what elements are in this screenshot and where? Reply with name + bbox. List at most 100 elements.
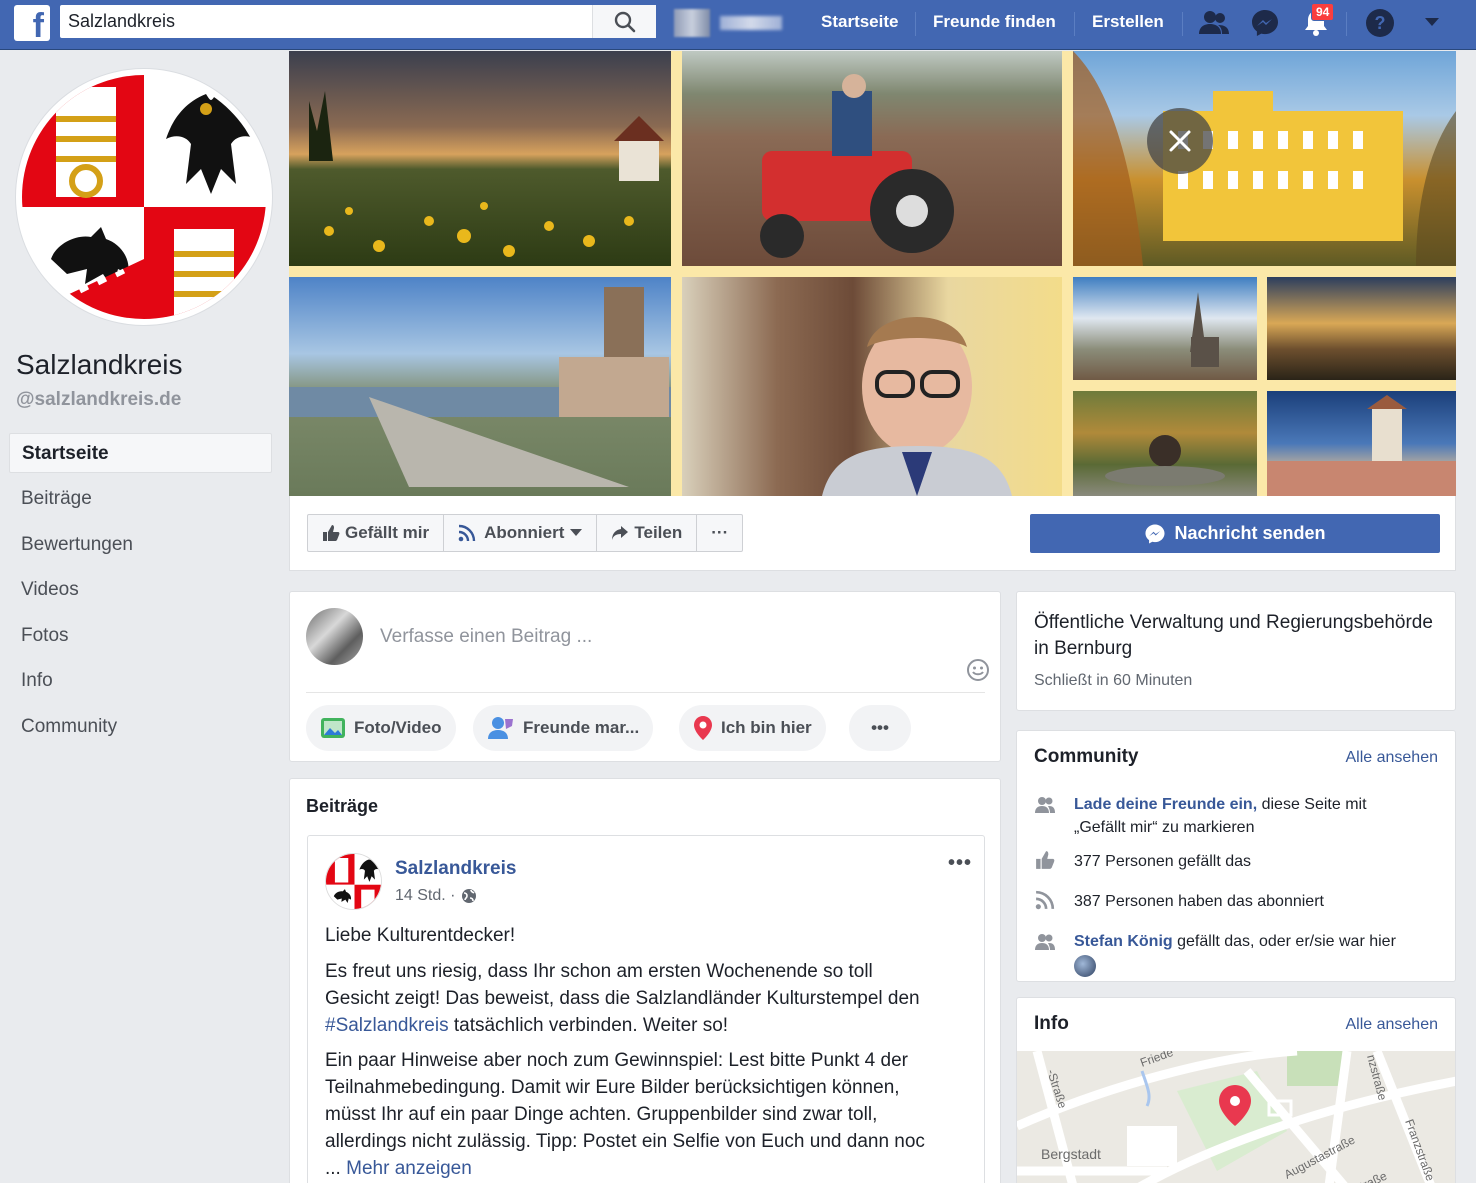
globe-icon bbox=[462, 889, 477, 903]
post-card: Salzlandkreis 14 Std. · ••• Liebe Kultur… bbox=[307, 835, 985, 1183]
cover-tile-sunset bbox=[1267, 277, 1456, 380]
post-author-avatar[interactable] bbox=[325, 853, 382, 910]
caret-down-icon bbox=[570, 529, 583, 536]
subscribe-button[interactable]: Abonniert bbox=[444, 515, 598, 551]
tag-friends-chip[interactable]: Freunde mar... bbox=[473, 705, 654, 751]
post-text-fragment: tatsächlich verbinden. Weiter so! bbox=[448, 1015, 729, 1036]
friend-avatar[interactable] bbox=[1074, 955, 1096, 977]
more-composer-chip[interactable]: ••• bbox=[849, 705, 911, 751]
see-more-link[interactable]: Mehr anzeigen bbox=[346, 1158, 472, 1179]
share-button[interactable]: Teilen bbox=[597, 515, 698, 551]
close-icon bbox=[1169, 130, 1191, 152]
left-nav-beitraege[interactable]: Beiträge bbox=[9, 479, 272, 519]
nav-create[interactable]: Erstellen bbox=[1092, 11, 1164, 33]
post-time-text: 14 Std. · bbox=[395, 887, 456, 904]
invite-text-line2: „Gefällt mir“ zu markieren bbox=[1074, 819, 1255, 836]
messenger-icon[interactable] bbox=[1250, 8, 1280, 38]
post-timestamp[interactable]: 14 Std. · bbox=[395, 887, 477, 905]
nav-home[interactable]: Startseite bbox=[821, 11, 898, 33]
cover-tile-church bbox=[1073, 277, 1257, 380]
like-button[interactable]: Gefällt mir bbox=[308, 515, 445, 551]
community-likes-row: 377 Personen gefällt das bbox=[1034, 850, 1251, 873]
post-composer: Verfasse einen Beitrag ... Foto/Video Fr… bbox=[289, 591, 1001, 762]
people-icon bbox=[1035, 797, 1055, 813]
community-see-all-link[interactable]: Alle ansehen bbox=[1345, 749, 1438, 767]
check-in-chip[interactable]: Ich bin hier bbox=[679, 705, 826, 751]
coat-of-arms-icon bbox=[326, 854, 381, 909]
photo-video-chip[interactable]: Foto/Video bbox=[306, 705, 456, 751]
post-text-line: Es freut uns riesig, dass Ihr schon am e… bbox=[325, 961, 873, 982]
cover-tile-portrait bbox=[682, 277, 1062, 496]
invite-text: diese Seite mit bbox=[1257, 796, 1367, 813]
community-card: Community Alle ansehen Lade deine Freund… bbox=[1016, 730, 1456, 982]
coat-of-arms-icon bbox=[18, 71, 270, 323]
left-nav-bewertungen[interactable]: Bewertungen bbox=[9, 525, 272, 565]
page-action-buttons: Gefällt mir Abonniert Teilen ··· bbox=[307, 514, 744, 552]
chevron-down-icon[interactable] bbox=[1424, 16, 1440, 28]
post-text-line: müsst Ihr auf ein paar Dinge achten. Gru… bbox=[325, 1104, 878, 1125]
page-handle[interactable]: @salzlandkreis.de bbox=[16, 389, 181, 411]
facebook-logo-icon[interactable]: f bbox=[14, 5, 50, 41]
like-label: Gefällt mir bbox=[345, 523, 430, 542]
post-author[interactable]: Salzlandkreis bbox=[395, 858, 516, 880]
post-options-button[interactable]: ••• bbox=[948, 852, 972, 875]
send-message-button[interactable]: Nachricht senden bbox=[1030, 514, 1440, 553]
help-icon[interactable]: ? bbox=[1365, 8, 1395, 38]
people-icon bbox=[1035, 934, 1055, 950]
post-text-line: allerdings nicht zulässig. Tipp: Postet … bbox=[325, 1131, 925, 1152]
left-nav-community[interactable]: Community bbox=[9, 707, 272, 747]
community-friend-row: Stefan König gefällt das, oder er/sie wa… bbox=[1034, 930, 1396, 984]
post-text-line: Ein paar Hinweise aber noch zum Gewinnsp… bbox=[325, 1050, 908, 1071]
user-name[interactable] bbox=[720, 16, 782, 30]
search-input[interactable] bbox=[60, 11, 590, 32]
thumbs-up-icon bbox=[323, 525, 340, 541]
info-card: Info Alle ansehen Bergstadt Augustastraß… bbox=[1016, 997, 1456, 1183]
page-action-bar: Gefällt mir Abonniert Teilen ··· Nachric… bbox=[289, 496, 1456, 571]
rss-icon bbox=[1035, 890, 1055, 910]
left-nav-startseite[interactable]: Startseite bbox=[9, 433, 272, 473]
composer-input[interactable]: Verfasse einen Beitrag ... bbox=[380, 626, 592, 648]
more-actions-button[interactable]: ··· bbox=[697, 515, 742, 551]
likes-count: 377 Personen gefällt das bbox=[1074, 853, 1252, 870]
page-profile-picture[interactable] bbox=[16, 69, 272, 325]
post-text-line: Teilnahmebedingung. Damit wir Eure Bilde… bbox=[325, 1077, 900, 1098]
left-nav-fotos[interactable]: Fotos bbox=[9, 616, 272, 656]
opening-hours[interactable]: Schließt in 60 Minuten bbox=[1034, 672, 1192, 690]
search-icon bbox=[614, 11, 635, 32]
cover-tile-sunflowers bbox=[289, 51, 671, 266]
top-navigation-bar: f Startseite Freunde finden Erstellen 94… bbox=[0, 0, 1476, 50]
share-label: Teilen bbox=[634, 523, 683, 542]
cover-photo[interactable] bbox=[289, 51, 1456, 496]
messenger-icon bbox=[1145, 523, 1166, 544]
hashtag-link[interactable]: #Salzlandkreis bbox=[325, 1015, 449, 1036]
page-name[interactable]: Salzlandkreis bbox=[16, 349, 183, 381]
left-nav-info[interactable]: Info bbox=[9, 661, 272, 701]
search-box bbox=[60, 5, 656, 38]
emoji-icon[interactable] bbox=[966, 658, 990, 682]
friends-icon[interactable] bbox=[1198, 8, 1230, 38]
follows-count: 387 Personen haben das abonniert bbox=[1074, 893, 1324, 910]
map-label: Bergstadt bbox=[1041, 1146, 1101, 1162]
location-map[interactable]: Bergstadt Augustastraße -Straße Friede s… bbox=[1017, 1051, 1455, 1183]
location-pin-icon bbox=[694, 716, 712, 740]
check-in-label: Ich bin hier bbox=[721, 718, 812, 737]
friend-name-link[interactable]: Stefan König bbox=[1074, 933, 1173, 950]
page-category[interactable]: Öffentliche Verwaltung und Regierungsbeh… bbox=[1034, 610, 1434, 662]
posts-section: Beiträge Salzlandkreis 14 Std. · ••• Lie… bbox=[289, 778, 1001, 1183]
post-text-greeting: Liebe Kulturentdecker! bbox=[325, 925, 516, 946]
close-overlay-button[interactable] bbox=[1147, 108, 1213, 174]
community-follows-row: 387 Personen haben das abonniert bbox=[1034, 890, 1324, 913]
notification-badge: 94 bbox=[1311, 3, 1335, 21]
left-nav-videos[interactable]: Videos bbox=[9, 570, 272, 610]
info-title: Info bbox=[1034, 1013, 1069, 1034]
share-arrow-icon bbox=[612, 526, 629, 540]
friend-text: gefällt das, oder er/sie war hier bbox=[1172, 933, 1396, 950]
info-see-all-link[interactable]: Alle ansehen bbox=[1345, 1016, 1438, 1034]
invite-friends-link[interactable]: Lade deine Freunde ein, bbox=[1074, 796, 1257, 813]
nav-find-friends[interactable]: Freunde finden bbox=[933, 11, 1056, 33]
user-avatar[interactable] bbox=[674, 9, 710, 37]
cover-tile-tower bbox=[1267, 391, 1456, 496]
post-text-line: ... Mehr anzeigen bbox=[325, 1155, 965, 1182]
cover-tile-tractor bbox=[682, 51, 1062, 266]
search-button[interactable] bbox=[592, 5, 656, 38]
